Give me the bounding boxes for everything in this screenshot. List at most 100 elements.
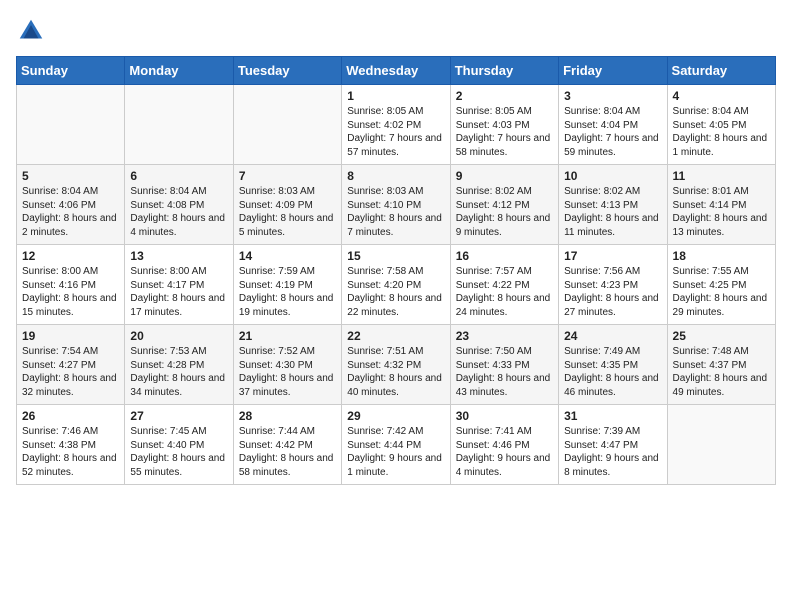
day-number: 28	[239, 409, 336, 423]
day-number: 15	[347, 249, 444, 263]
calendar-cell: 1 Sunrise: 8:05 AM Sunset: 4:02 PM Daylig…	[342, 85, 450, 165]
calendar-cell	[17, 85, 125, 165]
calendar-cell: 6Sunrise: 8:04 AM Sunset: 4:08 PM Daylig…	[125, 165, 233, 245]
calendar-cell: 17 Sunrise: 7:56 AM Sunset: 4:23 PM Dayli…	[559, 245, 667, 325]
day-info: Sunrise: 7:52 AM Sunset: 4:30 PM Dayligh…	[239, 345, 336, 399]
day-info: Sunrise: 7:56 AM Sunset: 4:23 PM Dayligh…	[564, 265, 661, 319]
day-number: 10	[564, 169, 661, 183]
day-info: Sunrise: 7:51 AM Sunset: 4:32 PM Dayligh…	[347, 345, 444, 399]
header-day-sunday: Sunday	[17, 57, 125, 85]
calendar-cell: 25Sunrise: 7:48 AM Sunset: 4:37 PM Dayli…	[667, 325, 775, 405]
calendar-cell: 27 Sunrise: 7:45 AM Sunset: 4:40 PM Dayli…	[125, 405, 233, 485]
header-day-tuesday: Tuesday	[233, 57, 341, 85]
day-number: 8	[347, 169, 444, 183]
day-info: Sunrise: 8:05 AM Sunset: 4:02 PM Dayligh…	[347, 105, 444, 159]
calendar-cell	[125, 85, 233, 165]
day-number: 6	[130, 169, 227, 183]
day-number: 9	[456, 169, 553, 183]
day-info: Sunrise: 7:42 AM Sunset: 4:44 PM Dayligh…	[347, 425, 444, 479]
day-info: Sunrise: 7:53 AM Sunset: 4:28 PM Dayligh…	[130, 345, 227, 399]
day-number: 27	[130, 409, 227, 423]
logo-icon	[16, 16, 46, 46]
calendar-cell: 4Sunrise: 8:04 AM Sunset: 4:05 PM Daylig…	[667, 85, 775, 165]
calendar-cell: 26Sunrise: 7:46 AM Sunset: 4:38 PM Dayli…	[17, 405, 125, 485]
header-day-saturday: Saturday	[667, 57, 775, 85]
day-number: 2	[456, 89, 553, 103]
calendar-cell: 5 Sunrise: 8:04 AM Sunset: 4:06 PM Daylig…	[17, 165, 125, 245]
day-number: 1	[347, 89, 444, 103]
day-number: 30	[456, 409, 553, 423]
day-number: 3	[564, 89, 661, 103]
calendar-cell: 7 Sunrise: 8:03 AM Sunset: 4:09 PM Daylig…	[233, 165, 341, 245]
calendar-cell: 10 Sunrise: 8:02 AM Sunset: 4:13 PM Dayli…	[559, 165, 667, 245]
day-number: 19	[22, 329, 119, 343]
day-info: Sunrise: 7:44 AM Sunset: 4:42 PM Dayligh…	[239, 425, 336, 479]
day-info: Sunrise: 7:45 AM Sunset: 4:40 PM Dayligh…	[130, 425, 227, 479]
calendar-cell: 30 Sunrise: 7:41 AM Sunset: 4:46 PM Dayli…	[450, 405, 558, 485]
day-number: 29	[347, 409, 444, 423]
calendar-table: SundayMondayTuesdayWednesdayThursdayFrid…	[16, 56, 776, 485]
header-day-friday: Friday	[559, 57, 667, 85]
calendar-cell: 21 Sunrise: 7:52 AM Sunset: 4:30 PM Dayli…	[233, 325, 341, 405]
calendar-cell: 8Sunrise: 8:03 AM Sunset: 4:10 PM Daylig…	[342, 165, 450, 245]
day-info: Sunrise: 8:04 AM Sunset: 4:05 PM Dayligh…	[673, 105, 770, 159]
day-number: 18	[673, 249, 770, 263]
day-info: Sunrise: 7:49 AM Sunset: 4:35 PM Dayligh…	[564, 345, 661, 399]
day-number: 14	[239, 249, 336, 263]
calendar-cell: 2 Sunrise: 8:05 AM Sunset: 4:03 PM Daylig…	[450, 85, 558, 165]
day-number: 23	[456, 329, 553, 343]
calendar-cell: 22Sunrise: 7:51 AM Sunset: 4:32 PM Dayli…	[342, 325, 450, 405]
calendar-cell: 13Sunrise: 8:00 AM Sunset: 4:17 PM Dayli…	[125, 245, 233, 325]
day-number: 7	[239, 169, 336, 183]
day-info: Sunrise: 8:03 AM Sunset: 4:09 PM Dayligh…	[239, 185, 336, 239]
day-info: Sunrise: 7:41 AM Sunset: 4:46 PM Dayligh…	[456, 425, 553, 479]
day-number: 20	[130, 329, 227, 343]
calendar-cell: 11Sunrise: 8:01 AM Sunset: 4:14 PM Dayli…	[667, 165, 775, 245]
day-number: 16	[456, 249, 553, 263]
calendar-cell: 3Sunrise: 8:04 AM Sunset: 4:04 PM Daylig…	[559, 85, 667, 165]
day-info: Sunrise: 8:04 AM Sunset: 4:06 PM Dayligh…	[22, 185, 119, 239]
calendar-header-row: SundayMondayTuesdayWednesdayThursdayFrid…	[17, 57, 776, 85]
calendar-cell: 15Sunrise: 7:58 AM Sunset: 4:20 PM Dayli…	[342, 245, 450, 325]
calendar-cell: 23Sunrise: 7:50 AM Sunset: 4:33 PM Dayli…	[450, 325, 558, 405]
day-info: Sunrise: 8:00 AM Sunset: 4:17 PM Dayligh…	[130, 265, 227, 319]
day-info: Sunrise: 7:46 AM Sunset: 4:38 PM Dayligh…	[22, 425, 119, 479]
day-info: Sunrise: 7:39 AM Sunset: 4:47 PM Dayligh…	[564, 425, 661, 479]
day-info: Sunrise: 8:02 AM Sunset: 4:12 PM Dayligh…	[456, 185, 553, 239]
calendar-cell	[233, 85, 341, 165]
day-number: 31	[564, 409, 661, 423]
logo	[16, 16, 50, 46]
calendar-cell: 19 Sunrise: 7:54 AM Sunset: 4:27 PM Dayli…	[17, 325, 125, 405]
day-number: 24	[564, 329, 661, 343]
calendar-cell: 14 Sunrise: 7:59 AM Sunset: 4:19 PM Dayli…	[233, 245, 341, 325]
calendar-cell: 29 Sunrise: 7:42 AM Sunset: 4:44 PM Dayli…	[342, 405, 450, 485]
day-number: 5	[22, 169, 119, 183]
calendar-cell: 18 Sunrise: 7:55 AM Sunset: 4:25 PM Dayli…	[667, 245, 775, 325]
calendar-cell: 16 Sunrise: 7:57 AM Sunset: 4:22 PM Dayli…	[450, 245, 558, 325]
header-day-monday: Monday	[125, 57, 233, 85]
day-number: 12	[22, 249, 119, 263]
day-number: 17	[564, 249, 661, 263]
day-info: Sunrise: 7:59 AM Sunset: 4:19 PM Dayligh…	[239, 265, 336, 319]
day-number: 11	[673, 169, 770, 183]
day-info: Sunrise: 7:57 AM Sunset: 4:22 PM Dayligh…	[456, 265, 553, 319]
calendar-week-row: 12 Sunrise: 8:00 AM Sunset: 4:16 PM Dayli…	[17, 245, 776, 325]
day-info: Sunrise: 8:02 AM Sunset: 4:13 PM Dayligh…	[564, 185, 661, 239]
day-info: Sunrise: 8:00 AM Sunset: 4:16 PM Dayligh…	[22, 265, 119, 319]
calendar-cell	[667, 405, 775, 485]
calendar-week-row: 5 Sunrise: 8:04 AM Sunset: 4:06 PM Daylig…	[17, 165, 776, 245]
day-info: Sunrise: 7:54 AM Sunset: 4:27 PM Dayligh…	[22, 345, 119, 399]
calendar-cell: 24 Sunrise: 7:49 AM Sunset: 4:35 PM Dayli…	[559, 325, 667, 405]
calendar-week-row: 26Sunrise: 7:46 AM Sunset: 4:38 PM Dayli…	[17, 405, 776, 485]
header-day-thursday: Thursday	[450, 57, 558, 85]
calendar-cell: 9 Sunrise: 8:02 AM Sunset: 4:12 PM Daylig…	[450, 165, 558, 245]
day-info: Sunrise: 7:55 AM Sunset: 4:25 PM Dayligh…	[673, 265, 770, 319]
day-info: Sunrise: 8:05 AM Sunset: 4:03 PM Dayligh…	[456, 105, 553, 159]
calendar-cell: 12 Sunrise: 8:00 AM Sunset: 4:16 PM Dayli…	[17, 245, 125, 325]
day-number: 21	[239, 329, 336, 343]
calendar-cell: 28 Sunrise: 7:44 AM Sunset: 4:42 PM Dayli…	[233, 405, 341, 485]
calendar-week-row: 1 Sunrise: 8:05 AM Sunset: 4:02 PM Daylig…	[17, 85, 776, 165]
page-header	[16, 16, 776, 46]
calendar-week-row: 19 Sunrise: 7:54 AM Sunset: 4:27 PM Dayli…	[17, 325, 776, 405]
day-number: 25	[673, 329, 770, 343]
